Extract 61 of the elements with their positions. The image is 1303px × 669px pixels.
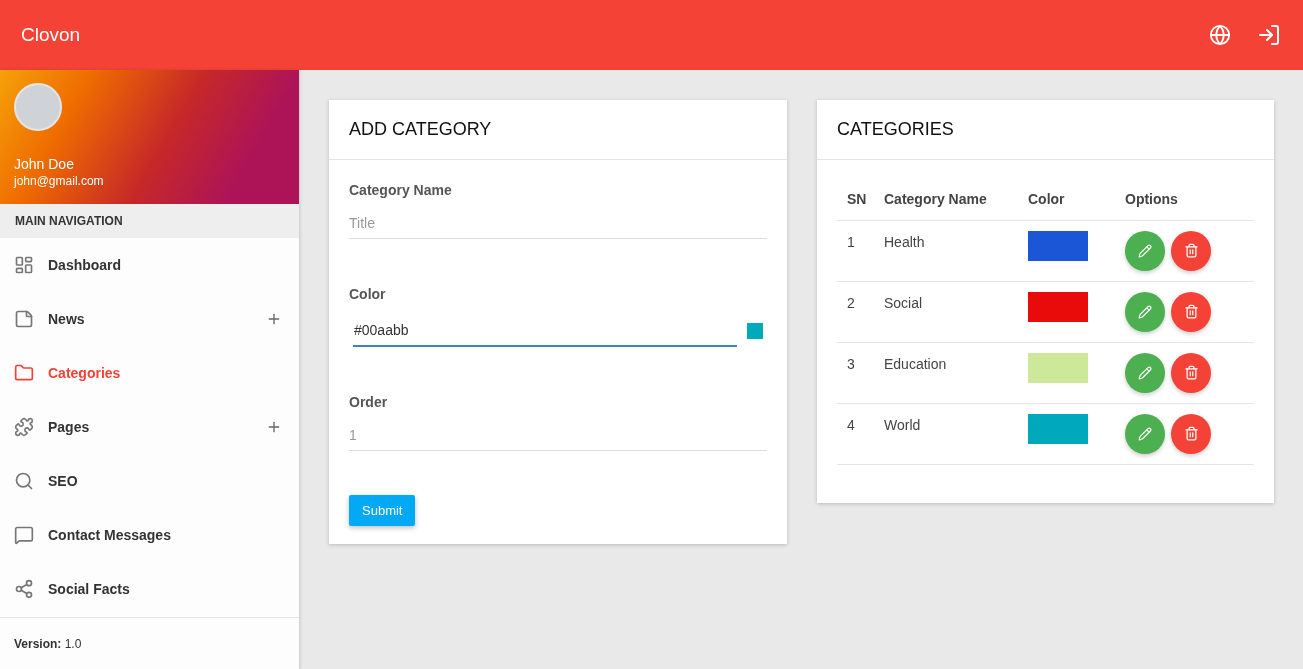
language-globe-icon[interactable] <box>1209 24 1231 46</box>
trash-icon <box>1183 304 1199 319</box>
app-title: Clovon <box>21 22 81 47</box>
edit-button[interactable] <box>1125 291 1165 332</box>
trash-icon <box>1183 426 1199 441</box>
nav-item[interactable]: Dashboard <box>48 254 122 276</box>
table-cell: 4 <box>847 416 855 433</box>
delete-button[interactable] <box>1171 230 1211 271</box>
chat-bubble-icon <box>14 525 34 545</box>
edit-button[interactable] <box>1125 413 1165 454</box>
pencil-icon <box>1138 426 1152 441</box>
pencil-icon <box>1138 243 1152 258</box>
user-email: john@gmail.com <box>14 173 105 189</box>
trash-icon <box>1183 365 1199 380</box>
delete-button[interactable] <box>1171 291 1211 332</box>
field-label: Color <box>349 285 387 304</box>
table-cell: Social <box>884 294 923 311</box>
column-header: Color <box>1028 191 1065 208</box>
note-icon <box>14 309 34 329</box>
user-name: John Doe <box>14 155 75 173</box>
delete-button[interactable] <box>1171 413 1211 454</box>
share-icon <box>14 579 34 599</box>
logout-icon[interactable] <box>1257 23 1281 47</box>
table-cell: 3 <box>847 355 855 372</box>
table-cell: 1 <box>847 233 855 250</box>
text-input-field[interactable]: 1 <box>349 419 767 451</box>
table-cell: 2 <box>847 294 855 311</box>
table-cell: Education <box>884 355 947 372</box>
text-input-field[interactable]: Title <box>349 207 767 239</box>
color-input-field[interactable]: #00aabb <box>353 315 737 347</box>
folder-icon <box>14 363 34 383</box>
card-title: CATEGORIES <box>817 100 1274 160</box>
pencil-icon <box>1138 304 1152 319</box>
field-label: Category Name <box>349 181 453 200</box>
delete-button[interactable] <box>1171 352 1211 393</box>
pencil-icon <box>1138 365 1152 380</box>
dashboard-icon <box>14 255 34 275</box>
column-header: Options <box>1125 191 1178 208</box>
nav-item[interactable]: Social Facts <box>48 578 130 600</box>
edit-button[interactable] <box>1125 352 1165 393</box>
search-icon <box>14 471 34 491</box>
edit-button[interactable] <box>1125 230 1165 271</box>
nav-item[interactable]: News <box>48 308 85 330</box>
card-title: ADD CATEGORY <box>329 100 787 160</box>
nav-item[interactable]: Pages <box>48 416 90 438</box>
color-swatch[interactable] <box>747 323 763 339</box>
field-label: Order <box>349 393 389 412</box>
table-cell: Health <box>884 233 925 250</box>
expand-plus-icon[interactable] <box>266 311 282 327</box>
nav-section-header: MAIN NAVIGATION <box>0 204 299 238</box>
table-cell: World <box>884 416 921 433</box>
nav-item[interactable]: Categories <box>48 362 121 384</box>
avatar-placeholder <box>14 83 62 131</box>
nav-item[interactable]: SEO <box>48 470 78 492</box>
version-text: Version: 1.0 <box>14 635 82 653</box>
puzzle-icon <box>14 417 34 437</box>
nav-item[interactable]: Contact Messages <box>48 524 171 546</box>
trash-icon <box>1183 243 1199 258</box>
expand-plus-icon[interactable] <box>266 419 282 435</box>
column-header: SN <box>847 191 867 208</box>
column-header: Category Name <box>884 191 987 208</box>
